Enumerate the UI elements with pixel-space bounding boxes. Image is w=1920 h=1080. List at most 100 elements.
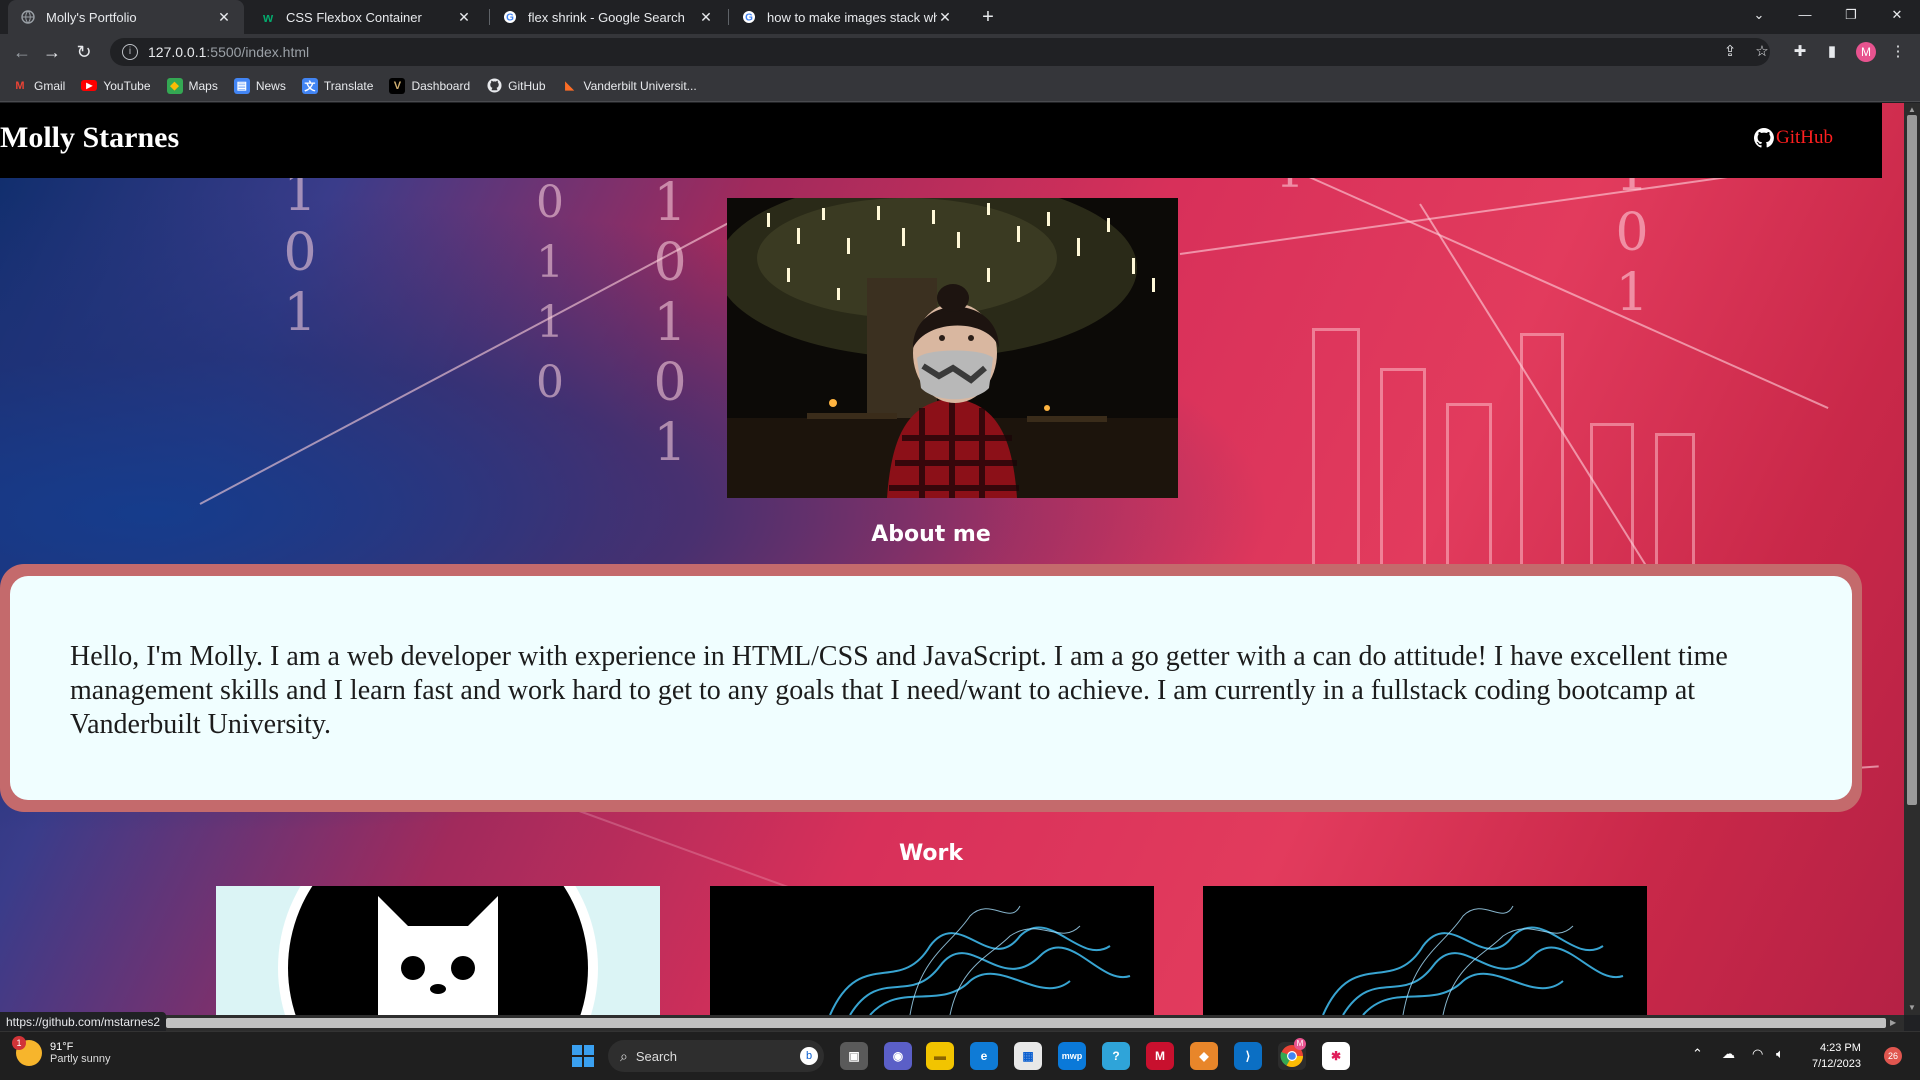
github-icon [1754, 128, 1774, 148]
close-tab-icon[interactable]: ✕ [937, 9, 953, 26]
microsoft-store-icon[interactable]: ▦ [1014, 1042, 1042, 1070]
browser-toolbar: ← → ↻ i 127.0.0.1:5500/index.html ⇪ ☆ ✚ … [0, 34, 1920, 70]
background-digit-column: 0110 [536, 177, 564, 408]
news-icon: ▤ [233, 77, 250, 94]
tab-title: CSS Flexbox Container [286, 9, 422, 25]
share-icon[interactable]: ⇪ [1720, 42, 1740, 62]
minimize-button[interactable]: — [1782, 0, 1828, 30]
bookmark-translate[interactable]: 文 Translate [301, 77, 373, 94]
volume-icon[interactable]: 🔈︎ [1776, 1046, 1784, 1062]
bookmark-news[interactable]: ▤ News [233, 77, 286, 94]
teams-chat-icon[interactable]: ◉ [884, 1042, 912, 1070]
bookmarks-bar: M Gmail ▶ YouTube ◆ Maps ▤ News 文 Transl… [0, 70, 1920, 102]
tab-title: how to make images stack when [767, 9, 937, 25]
site-header: Molly Starnes GitHub [0, 103, 1882, 178]
bookmark-dashboard[interactable]: V Dashboard [389, 77, 471, 94]
work-project-card[interactable] [216, 886, 660, 1015]
scroll-down-arrow-icon[interactable]: ▼ [1908, 1003, 1916, 1012]
bookmark-gmail[interactable]: M Gmail [12, 78, 65, 94]
scroll-right-arrow-icon[interactable]: ▶ [1890, 1018, 1896, 1027]
taskbar-clock[interactable]: 4:23 PM 7/12/2023 [1812, 1040, 1861, 1072]
work-project-card[interactable] [710, 886, 1154, 1015]
onedrive-cloud-icon[interactable]: ☁ [1722, 1046, 1735, 1062]
github-link[interactable]: GitHub [1754, 127, 1833, 149]
taskbar-search[interactable]: ⌕ Search b [608, 1040, 824, 1072]
address-bar[interactable]: i 127.0.0.1:5500/index.html [110, 38, 1770, 66]
close-window-button[interactable]: ✕ [1874, 0, 1920, 30]
scroll-up-arrow-icon[interactable]: ▲ [1908, 105, 1916, 114]
bookmark-label: GitHub [508, 78, 546, 93]
menu-kebab-icon[interactable]: ⋮ [1888, 42, 1908, 62]
about-heading: About me [871, 522, 991, 547]
back-arrow-icon[interactable]: ← [10, 40, 34, 64]
weather-sun-icon: 1 [12, 1036, 42, 1066]
reload-icon[interactable]: ↻ [72, 40, 96, 64]
bookmark-label: Maps [188, 78, 218, 93]
slack-icon[interactable]: ✱ [1322, 1042, 1350, 1070]
close-tab-icon[interactable]: ✕ [698, 9, 714, 26]
github-link-label: GitHub [1776, 127, 1833, 148]
translate-icon: 文 [301, 77, 318, 94]
about-text: Hello, I'm Molly. I am a web developer w… [70, 641, 1728, 740]
about-card-body: Hello, I'm Molly. I am a web developer w… [10, 576, 1852, 800]
tab-css-flexbox[interactable]: w CSS Flexbox Container ✕ [248, 0, 484, 34]
close-tab-icon[interactable]: ✕ [216, 9, 232, 26]
vscode-icon[interactable]: ⟩ [1234, 1042, 1262, 1070]
background-digit-column: 101 [283, 163, 317, 343]
about-card: Hello, I'm Molly. I am a web developer w… [0, 564, 1862, 812]
weather-widget[interactable]: 1 91°F Partly sunny [12, 1036, 111, 1066]
tab-search-chevron-icon[interactable]: ⌄ [1736, 0, 1782, 30]
tab-title: flex shrink - Google Search [528, 9, 685, 25]
forward-arrow-icon[interactable]: → [40, 40, 64, 64]
bookmark-youtube[interactable]: ▶ YouTube [81, 79, 151, 93]
show-hidden-icons-chevron-icon[interactable]: ⌃ [1692, 1046, 1703, 1062]
windows-start-icon[interactable] [572, 1045, 594, 1067]
gitlab-icon: ◣ [565, 80, 574, 92]
bookmark-vanderbilt[interactable]: ◣ Vanderbilt Universit... [562, 78, 697, 94]
new-tab-button[interactable]: + [976, 5, 1000, 29]
git-app-icon[interactable]: ◆ [1190, 1042, 1218, 1070]
url-path: :5500/index.html [206, 44, 310, 60]
link-status-bar: https://github.com/mstarnes2 [0, 1012, 167, 1032]
weather-description: Partly sunny [50, 1053, 111, 1065]
close-tab-icon[interactable]: ✕ [456, 9, 472, 26]
bookmark-star-icon[interactable]: ☆ [1752, 42, 1772, 62]
mcafee-icon[interactable]: M [1146, 1042, 1174, 1070]
scrollbar-thumb[interactable] [166, 1018, 1886, 1028]
svg-text:G: G [506, 13, 514, 24]
page-viewport: 101 0110 10101 101 1 Molly Starnes GitHu… [0, 103, 1904, 1015]
wifi-icon[interactable]: ◠ [1752, 1046, 1763, 1062]
weather-temperature: 91°F [50, 1041, 74, 1053]
google-icon: G [741, 9, 757, 25]
tab-title: Molly's Portfolio [46, 9, 137, 25]
tab-images-stack-search[interactable]: G how to make images stack when ✕ [729, 0, 965, 34]
google-icon: G [502, 9, 518, 25]
site-info-icon[interactable]: i [122, 44, 138, 60]
mwp-app-icon[interactable]: mwp [1058, 1042, 1086, 1070]
bookmark-maps[interactable]: ◆ Maps [166, 77, 218, 94]
tab-flex-shrink-search[interactable]: G flex shrink - Google Search ✕ [490, 0, 726, 34]
bookmark-label: Dashboard [411, 78, 471, 93]
vertical-scrollbar[interactable]: ▲ ▼ [1904, 103, 1920, 1015]
tab-mollys-portfolio[interactable]: Molly's Portfolio ✕ [8, 0, 244, 34]
profile-avatar[interactable]: M [1856, 42, 1876, 62]
horizontal-scrollbar[interactable]: ▶ [0, 1015, 1904, 1031]
youtube-icon: ▶ [81, 80, 98, 91]
bookmark-label: Vanderbilt Universit... [583, 78, 697, 93]
side-panel-icon[interactable]: ▮ [1822, 42, 1842, 62]
edge-icon[interactable]: e [970, 1042, 998, 1070]
bookmark-github[interactable]: GitHub [486, 78, 546, 94]
notification-count-badge[interactable]: 26 [1884, 1047, 1902, 1065]
site-title: Molly Starnes [0, 121, 180, 154]
file-explorer-icon[interactable]: ▬ [926, 1042, 954, 1070]
profile-photo [727, 198, 1178, 498]
restore-button[interactable]: ❐ [1828, 0, 1874, 30]
task-view-icon[interactable]: ▣ [840, 1042, 868, 1070]
extensions-puzzle-icon[interactable]: ✚ [1790, 42, 1810, 62]
scrollbar-thumb[interactable] [1907, 115, 1917, 805]
work-project-card[interactable] [1203, 886, 1647, 1015]
bing-icon: b [800, 1047, 818, 1065]
svg-text:G: G [745, 13, 753, 24]
clock-date: 7/12/2023 [1812, 1058, 1861, 1070]
help-app-icon[interactable]: ? [1102, 1042, 1130, 1070]
